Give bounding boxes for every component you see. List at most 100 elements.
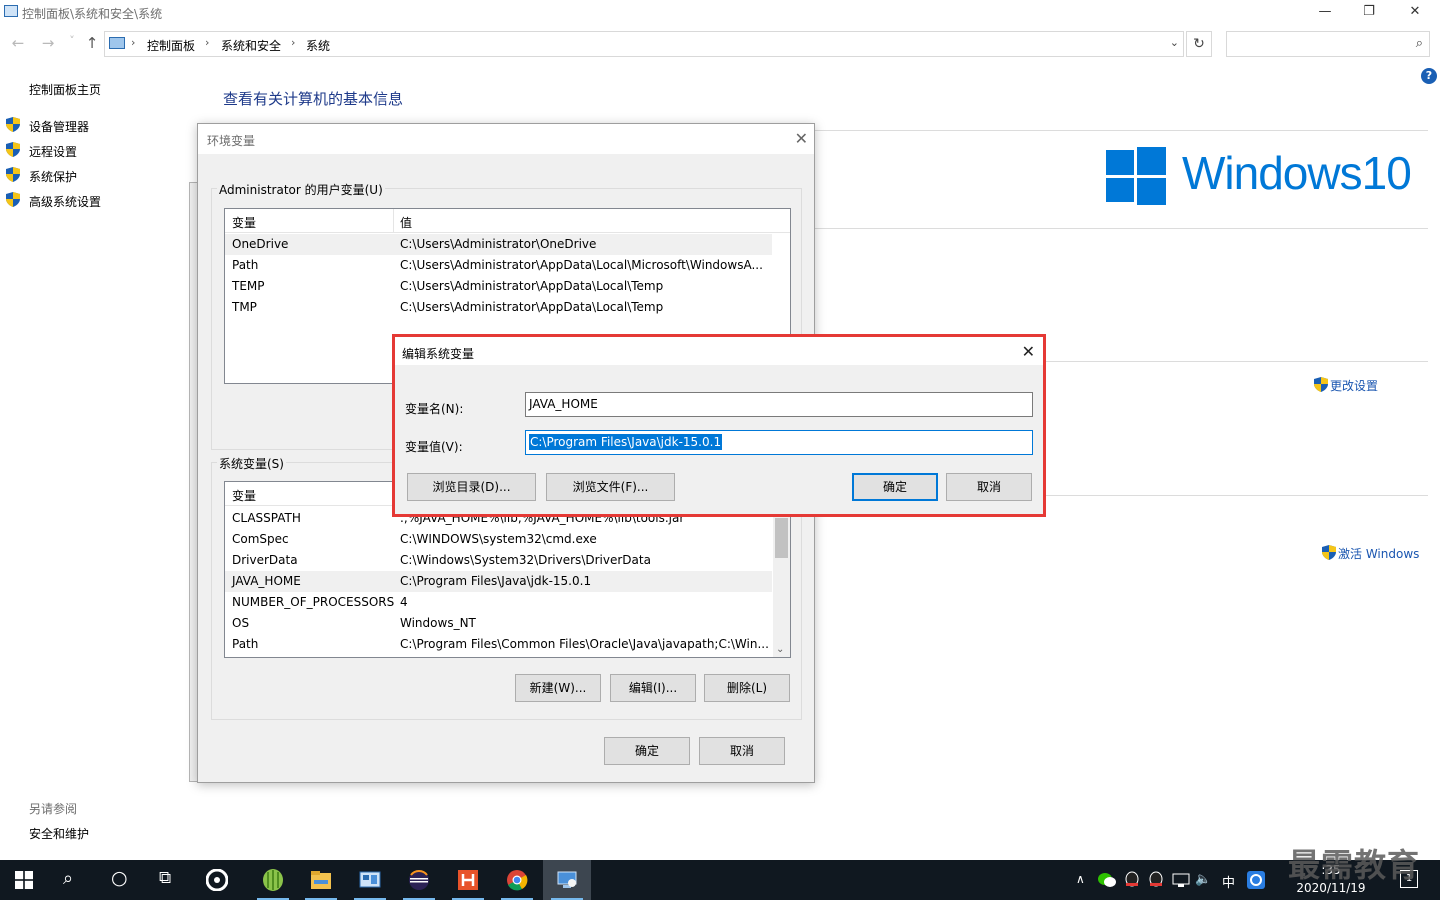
taskbar-app-pinwheel[interactable] (193, 860, 241, 900)
variable-name: ComSpec (232, 532, 289, 546)
variable-value: C:\Users\Administrator\OneDrive (400, 237, 597, 251)
new-variable-button[interactable]: 新建(W)... (515, 674, 601, 702)
system-properties-icon (557, 871, 577, 888)
dialog-titlebar: 环境变量 ✕ (198, 124, 814, 154)
search-input[interactable]: ⌕ (1226, 31, 1430, 57)
variable-value-field[interactable]: C:\Program Files\Java\jdk-15.0.1 (525, 430, 1033, 455)
activate-windows-link[interactable]: 激活 Windows (1322, 545, 1419, 562)
left-pane: 控制面板主页 设备管理器 远程设置 系统保护 高级系统设置 另请参阅 安全和维护 (0, 60, 200, 860)
edit-system-variable-dialog: 编辑系统变量 ✕ 变量名(N): JAVA_HOME 变量值(V): C:\Pr… (392, 334, 1046, 517)
search-icon: ⌕ (1415, 36, 1423, 51)
wechat-icon[interactable] (1098, 872, 1116, 888)
variable-name: JAVA_HOME (232, 574, 301, 588)
taskbar-app-hbuilder[interactable] (444, 860, 492, 900)
address-dropdown-icon[interactable]: ⌄ (1170, 36, 1179, 49)
table-row[interactable]: Path C:\Users\Administrator\AppData\Loca… (225, 255, 772, 276)
minimize-button[interactable]: — (1302, 0, 1348, 26)
breadcrumb-separator[interactable]: › (205, 36, 209, 49)
edit-variable-button[interactable]: 编辑(I)... (610, 674, 696, 702)
scrollbar-thumb[interactable] (775, 518, 788, 558)
page-title: 查看有关计算机的基本信息 (223, 90, 404, 108)
taskbar-app-system[interactable] (543, 860, 591, 900)
column-header-variable[interactable]: 变量 (232, 214, 256, 231)
table-row[interactable]: Path C:\Program Files\Common Files\Oracl… (225, 634, 772, 655)
breadcrumb-separator[interactable]: › (131, 36, 135, 49)
variable-name: OS (232, 616, 250, 630)
variable-value-selected-text: C:\Program Files\Java\jdk-15.0.1 (529, 434, 723, 450)
close-icon[interactable]: ✕ (795, 129, 808, 148)
table-row-selected[interactable]: JAVA_HOME C:\Program Files\Java\jdk-15.0… (225, 571, 772, 592)
table-row[interactable]: DriverData C:\Windows\System32\Drivers\D… (225, 550, 772, 571)
browse-file-button[interactable]: 浏览文件(F)... (546, 473, 675, 501)
shield-icon (1314, 377, 1328, 392)
variable-name: TMP (232, 300, 257, 314)
change-settings-link[interactable]: 更改设置 (1314, 377, 1378, 394)
taskbar-app-file-explorer[interactable] (297, 860, 345, 900)
pinwheel-app-icon (206, 869, 228, 891)
qq-browser-icon[interactable] (1247, 871, 1265, 889)
variable-value: Windows_NT (400, 616, 476, 630)
breadcrumb-system-security[interactable]: 系统和安全 (221, 37, 281, 54)
sidebar-item-label: 高级系统设置 (29, 195, 102, 209)
up-button[interactable]: ↑ (82, 34, 102, 52)
close-icon[interactable]: ✕ (1022, 342, 1035, 361)
forward-button[interactable]: → (38, 34, 58, 52)
table-row[interactable]: OneDrive C:\Users\Administrator\OneDrive (225, 234, 772, 255)
table-row[interactable]: NUMBER_OF_PROCESSORS 4 (225, 592, 772, 613)
browse-directory-button[interactable]: 浏览目录(D)... (407, 473, 536, 501)
variable-name: OneDrive (232, 237, 289, 251)
tray-chevron-icon[interactable]: ∧ (1076, 872, 1085, 886)
column-header-value[interactable]: 值 (400, 214, 412, 231)
shield-icon (6, 192, 20, 207)
back-button[interactable]: ← (8, 34, 28, 52)
table-row[interactable]: OS Windows_NT (225, 613, 772, 634)
delete-variable-button[interactable]: 删除(L) (704, 674, 790, 702)
cancel-button[interactable]: 取消 (699, 737, 785, 765)
taskbar-search-button[interactable]: ⌕ (48, 860, 96, 900)
variable-value: C:\WINDOWS\system32\cmd.exe (400, 532, 597, 546)
ime-indicator[interactable]: 中 (1222, 872, 1235, 891)
taskbar-app-control-panel[interactable] (346, 860, 394, 900)
table-row[interactable]: TEMP C:\Users\Administrator\AppData\Loca… (225, 276, 772, 297)
breadcrumb-control-panel[interactable]: 控制面板 (147, 37, 195, 54)
column-header-variable[interactable]: 变量 (232, 487, 256, 504)
cortana-button[interactable]: ○ (96, 860, 144, 900)
breadcrumb-system[interactable]: 系统 (306, 37, 330, 54)
cortana-icon: ○ (111, 867, 128, 889)
variable-name: CLASSPATH (232, 511, 301, 525)
restore-button[interactable]: ❐ (1346, 0, 1392, 26)
taskbar-app-eclipse[interactable] (395, 860, 443, 900)
refresh-button[interactable]: ↻ (1186, 31, 1212, 57)
dialog-title: 环境变量 (207, 134, 256, 148)
ok-button[interactable]: 确定 (604, 737, 690, 765)
variable-name-value: JAVA_HOME (529, 397, 598, 411)
recent-locations-button[interactable]: ˅ (62, 34, 82, 47)
table-row[interactable]: TMP C:\Users\Administrator\AppData\Local… (225, 297, 772, 318)
close-window-button[interactable]: ✕ (1392, 0, 1438, 26)
qq-icon[interactable] (1124, 871, 1140, 889)
scroll-down-icon[interactable]: ⌄ (776, 644, 784, 655)
dialog-title: 编辑系统变量 (402, 347, 475, 361)
breadcrumb-separator[interactable]: › (291, 36, 295, 49)
task-view-button[interactable]: ⧉ (144, 860, 192, 900)
cancel-button[interactable]: 取消 (946, 473, 1032, 501)
sidebar-item-label: 远程设置 (29, 145, 78, 159)
security-maintenance-link[interactable]: 安全和维护 (29, 825, 89, 842)
taskbar-app-chrome[interactable] (493, 860, 541, 900)
ok-button[interactable]: 确定 (852, 473, 938, 501)
variable-name-field[interactable]: JAVA_HOME (525, 392, 1033, 417)
qq-icon[interactable] (1148, 871, 1164, 889)
variable-name: Path (232, 258, 259, 272)
speaker-icon[interactable]: 🔈 (1195, 872, 1211, 887)
taskbar-app-green[interactable] (249, 860, 297, 900)
folder-icon (311, 871, 331, 889)
address-bar[interactable]: › 控制面板 › 系统和安全 › 系统 ⌄ (104, 31, 1184, 57)
network-icon[interactable] (1172, 872, 1190, 888)
variable-value: C:\Program Files\Java\jdk-15.0.1 (400, 574, 592, 588)
control-panel-home-link[interactable]: 控制面板主页 (29, 81, 101, 98)
start-button[interactable] (0, 860, 48, 900)
windows-logo-icon (1106, 147, 1166, 205)
table-row[interactable]: ComSpec C:\WINDOWS\system32\cmd.exe (225, 529, 772, 550)
variable-name: DriverData (232, 553, 298, 567)
help-icon[interactable]: ? (1421, 68, 1437, 84)
